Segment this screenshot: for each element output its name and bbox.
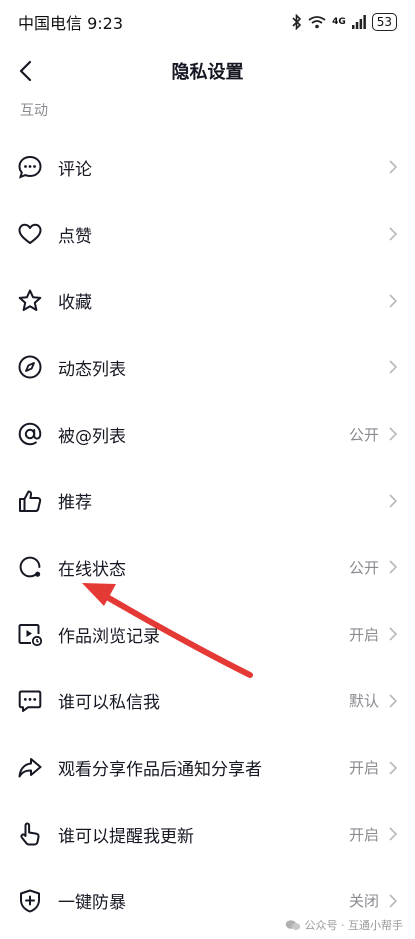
wifi-icon — [308, 16, 326, 29]
chevron-right-icon — [389, 494, 398, 508]
row-label: 在线状态 — [58, 559, 126, 580]
row-label: 推荐 — [58, 493, 92, 514]
chevron-right-icon — [389, 894, 398, 908]
comment-icon — [18, 156, 42, 180]
row-label: 评论 — [58, 159, 92, 180]
row-value: 公开 — [348, 558, 379, 577]
row-label: 谁可以私信我 — [58, 693, 160, 714]
row-label: 观看分享作品后通知分享者 — [58, 760, 262, 781]
star-icon — [18, 289, 42, 311]
status-bar: 中国电信 9:23 4G 53 — [0, 0, 415, 44]
share-icon — [18, 757, 42, 778]
row-value: 公开 — [348, 425, 379, 444]
message-icon — [18, 690, 42, 712]
row-label: 谁可以提醒我更新 — [58, 826, 194, 847]
row-label: 一键防暴 — [58, 893, 126, 914]
row-comment[interactable]: 评论 — [0, 134, 415, 201]
row-work-view-history[interactable]: 作品浏览记录 开启 — [0, 601, 415, 668]
online-status-icon — [19, 557, 41, 578]
row-who-can-remind-me[interactable]: 谁可以提醒我更新 开启 — [0, 801, 415, 868]
status-icons: 4G 53 — [292, 13, 397, 31]
chevron-right-icon — [389, 160, 398, 174]
carrier-time: 中国电信 9:23 — [18, 14, 124, 33]
row-value: 开启 — [348, 759, 379, 778]
at-icon — [18, 422, 42, 446]
chevron-right-icon — [389, 760, 398, 775]
row-favorites[interactable]: 收藏 — [0, 267, 415, 334]
row-recommend[interactable]: 推荐 — [0, 467, 415, 534]
chevron-right-icon — [389, 427, 398, 441]
chevron-right-icon — [389, 694, 398, 708]
chevron-right-icon — [389, 360, 398, 374]
chevron-right-icon — [389, 827, 398, 841]
section-label: 互动 — [20, 103, 48, 119]
row-label: 点赞 — [58, 226, 92, 247]
privacy-settings-list: 评论 点赞 收藏 动态列表 被@列表 公开 推荐 在线状态 公开 作品浏览记录 … — [0, 134, 415, 934]
row-online-status[interactable]: 在线状态 公开 — [0, 534, 415, 601]
row-who-can-message-me[interactable]: 谁可以私信我 默认 — [0, 668, 415, 735]
row-label: 动态列表 — [58, 359, 126, 380]
tap-hand-icon — [20, 822, 40, 846]
signal-icon — [351, 15, 366, 29]
chevron-right-icon — [389, 627, 398, 641]
network-type: 4G — [332, 17, 346, 27]
thumbs-up-icon — [19, 490, 42, 512]
row-value: 默认 — [348, 692, 379, 711]
wechat-icon — [285, 920, 300, 930]
row-notify-sharer[interactable]: 观看分享作品后通知分享者 开启 — [0, 734, 415, 801]
row-activity-list[interactable]: 动态列表 — [0, 334, 415, 401]
battery-indicator: 53 — [371, 13, 397, 31]
navigation-header: 隐私设置 — [0, 44, 415, 98]
watermark-text: 公众号 · 互通小帮手 — [304, 919, 404, 932]
row-label: 作品浏览记录 — [58, 626, 160, 647]
heart-icon — [18, 223, 42, 245]
row-value: 关闭 — [348, 892, 379, 911]
shield-plus-icon — [20, 889, 40, 913]
row-label: 收藏 — [58, 293, 92, 314]
row-value: 开启 — [348, 625, 379, 644]
row-value: 开启 — [348, 825, 379, 844]
chevron-right-icon — [389, 294, 398, 308]
row-label: 被@列表 — [58, 426, 126, 447]
chevron-right-icon — [389, 227, 398, 241]
page-title: 隐私设置 — [171, 62, 244, 83]
chevron-right-icon — [389, 560, 398, 575]
row-likes[interactable]: 点赞 — [0, 201, 415, 268]
bluetooth-icon — [292, 14, 302, 30]
watermark: 公众号 · 互通小帮手 — [285, 917, 404, 933]
row-mentioned-list[interactable]: 被@列表 公开 — [0, 401, 415, 468]
video-history-icon — [18, 624, 43, 647]
back-arrow-icon[interactable] — [14, 58, 40, 84]
compass-icon — [18, 355, 42, 379]
